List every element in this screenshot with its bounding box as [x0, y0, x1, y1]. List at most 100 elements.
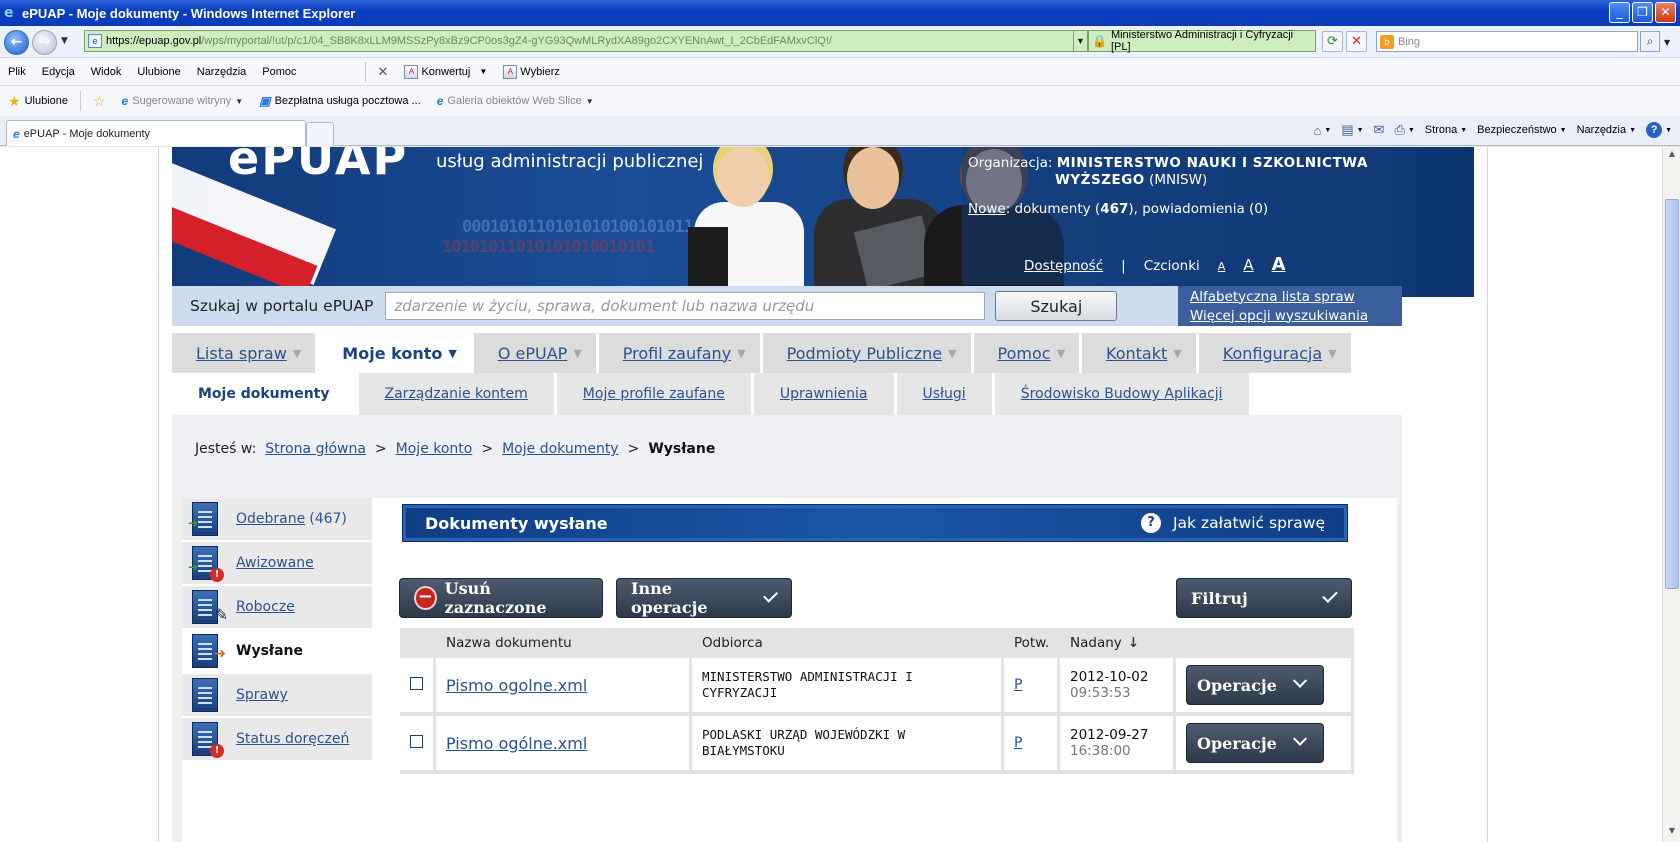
- header-recipient[interactable]: Odbiorca: [692, 628, 1004, 658]
- search-input[interactable]: [385, 292, 986, 320]
- font-medium-link[interactable]: A: [1243, 256, 1253, 274]
- help-link[interactable]: ? Jak załatwić sprawę: [1140, 513, 1325, 533]
- tab-epuap[interactable]: e ePUAP - Moje dokumenty: [6, 120, 306, 146]
- fav-mail-service[interactable]: ▣ Bezpłatna usługa pocztowa ...: [251, 94, 429, 108]
- operations-button[interactable]: Operacje: [1186, 665, 1324, 705]
- new-documents-link[interactable]: Nowe: [968, 201, 1006, 217]
- document-name-link[interactable]: Pismo ogolne.xml: [446, 676, 587, 695]
- font-small-link[interactable]: A: [1218, 260, 1226, 273]
- nav-podmioty-publiczne[interactable]: Podmioty Publiczne ▼: [762, 333, 971, 373]
- stop-icon[interactable]: ✕: [1346, 31, 1367, 52]
- scroll-thumb[interactable]: [1665, 199, 1679, 589]
- sidebar-item-robocze[interactable]: ✎ Robocze: [182, 586, 372, 630]
- tab-moje-dokumenty[interactable]: Moje dokumenty: [172, 373, 356, 415]
- breadcrumb-home[interactable]: Strona główna: [265, 441, 366, 457]
- sidebar-item-odebrane[interactable]: ➜ Odebrane (467): [182, 498, 372, 542]
- nav-lista-spraw[interactable]: Lista spraw ▼: [172, 333, 316, 373]
- more-search-options-link[interactable]: Więcej opcji wyszukiwania: [1190, 308, 1390, 324]
- document-name-link[interactable]: Pismo ogólne.xml: [446, 734, 587, 753]
- menu-view[interactable]: Widok: [83, 66, 130, 78]
- nav-label: Profil zaufany: [622, 343, 732, 363]
- convert-dropdown-icon[interactable]: ▼: [479, 67, 487, 76]
- accessibility-link[interactable]: Dostępność: [1024, 258, 1103, 274]
- nav-konfiguracja[interactable]: Konfiguracja ▼: [1198, 333, 1351, 373]
- font-large-link[interactable]: A: [1272, 254, 1286, 275]
- scroll-up-icon[interactable]: ▲: [1665, 149, 1679, 163]
- sidebar-item-label[interactable]: Robocze: [236, 599, 295, 615]
- back-button[interactable]: ←: [4, 30, 29, 55]
- convert-tool[interactable]: A Konwertuj ▼: [396, 64, 495, 79]
- tab-zarzadzanie-kontem[interactable]: Zarządzanie kontem: [358, 373, 554, 415]
- menu-tools[interactable]: Narzędzia: [189, 66, 255, 78]
- home-button[interactable]: ⌂ ▼: [1314, 123, 1332, 138]
- nav-o-epuap[interactable]: O ePUAP ▼: [473, 333, 596, 373]
- confirmation-link[interactable]: P: [1014, 735, 1022, 751]
- row-checkbox[interactable]: [410, 734, 423, 748]
- scroll-down-icon[interactable]: ▼: [1665, 826, 1679, 840]
- history-dropdown-icon[interactable]: ▼: [61, 36, 68, 46]
- nav-profil-zaufany[interactable]: Profil zaufany ▼: [598, 333, 760, 373]
- url-field[interactable]: e https://epuap.gov.pl /wps/myportal/!ut…: [84, 30, 1088, 52]
- delete-selected-button[interactable]: − Usuń zaznaczone: [399, 578, 603, 618]
- fav-web-slice[interactable]: e Galeria obiektów Web Slice ▼: [429, 94, 602, 108]
- row-checkbox[interactable]: [410, 676, 423, 690]
- menu-help[interactable]: Pomoc: [254, 66, 304, 78]
- mail-button[interactable]: ✉: [1374, 122, 1385, 138]
- search-options-icon[interactable]: ▼: [1664, 38, 1670, 47]
- tab-uprawnienia[interactable]: Uprawnienia: [753, 373, 894, 415]
- menu-edit[interactable]: Edycja: [34, 66, 83, 78]
- confirmation-link[interactable]: P: [1014, 677, 1022, 693]
- sidebar-item-label[interactable]: Status doręczeń: [236, 731, 349, 747]
- header-name[interactable]: Nazwa dokumentu: [436, 628, 692, 658]
- fav-suggested-sites[interactable]: e Sugerowane witryny ▼: [114, 94, 252, 108]
- close-button[interactable]: ✕: [1655, 2, 1676, 23]
- fav-suggested-label: Sugerowane witryny: [132, 95, 232, 107]
- sort-desc-icon[interactable]: ↓: [1128, 635, 1139, 651]
- select-tool[interactable]: A Wybierz: [495, 64, 568, 79]
- page-scrollbar[interactable]: ▲ ▼: [1662, 147, 1680, 842]
- operations-button[interactable]: Operacje: [1186, 723, 1324, 763]
- sidebar-item-status-doreczen[interactable]: ! Status doręczeń: [182, 718, 372, 762]
- header-date[interactable]: Nadany ↓: [1060, 628, 1176, 658]
- menu-file[interactable]: Plik: [0, 66, 34, 78]
- refresh-icon[interactable]: ⟳: [1322, 31, 1343, 52]
- nav-moje-konto[interactable]: Moje konto ▼: [318, 333, 471, 373]
- sidebar-item-sprawy[interactable]: Sprawy: [182, 674, 372, 718]
- site-logo[interactable]: ePUAP: [228, 147, 408, 185]
- sidebar-item-wyslane[interactable]: ➜ Wysłane: [182, 630, 372, 674]
- search-field[interactable]: b Bing: [1376, 31, 1638, 52]
- print-button[interactable]: ⎙ ▼: [1394, 122, 1414, 138]
- certificate-badge[interactable]: 🔒 Ministerstwo Administracji i Cyfryzacj…: [1088, 29, 1316, 53]
- sidebar-item-label[interactable]: Odebrane: [236, 511, 305, 527]
- favorites-button[interactable]: ★ Ulubione: [0, 93, 76, 110]
- menu-favorites[interactable]: Ulubione: [129, 66, 188, 78]
- alphabetical-list-link[interactable]: Alfabetyczna lista spraw: [1190, 289, 1390, 305]
- header-confirm[interactable]: Potw.: [1004, 628, 1060, 658]
- sidebar-item-label[interactable]: Sprawy: [236, 687, 288, 703]
- tab-uslugi[interactable]: Usługi: [896, 373, 992, 415]
- url-dropdown-icon[interactable]: ▼: [1073, 31, 1087, 51]
- page-menu[interactable]: Strona ▼: [1425, 124, 1467, 136]
- other-operations-button[interactable]: Inne operacje: [616, 578, 792, 618]
- sidebar-item-label[interactable]: Awizowane: [236, 555, 314, 571]
- maximize-button[interactable]: ❐: [1632, 2, 1653, 23]
- tab-srodowisko-budowy-aplikacji[interactable]: Środowisko Budowy Aplikacji: [994, 373, 1249, 415]
- new-tab-button[interactable]: [306, 122, 334, 146]
- tab-moje-profile-zaufane[interactable]: Moje profile zaufane: [556, 373, 751, 415]
- tools-menu[interactable]: Narzędzia ▼: [1577, 124, 1636, 136]
- nav-pomoc[interactable]: Pomoc ▼: [973, 333, 1080, 373]
- breadcrumb-account[interactable]: Moje konto: [396, 441, 473, 457]
- nav-kontakt[interactable]: Kontakt ▼: [1082, 333, 1196, 373]
- close-toolbar-icon[interactable]: ✕: [378, 64, 389, 80]
- security-menu[interactable]: Bezpieczeństwo ▼: [1477, 124, 1566, 136]
- breadcrumb-documents[interactable]: Moje dokumenty: [502, 441, 619, 457]
- add-favorite-button[interactable]: ☆: [85, 93, 114, 110]
- sidebar-item-awizowane[interactable]: ➜! Awizowane: [182, 542, 372, 586]
- minimize-button[interactable]: _: [1609, 2, 1630, 23]
- help-button[interactable]: ? ▼: [1646, 122, 1672, 138]
- search-button[interactable]: Szukaj: [995, 291, 1118, 321]
- search-go-icon[interactable]: ⌕: [1640, 31, 1660, 52]
- feeds-button[interactable]: ▤ ▼: [1341, 122, 1363, 138]
- forward-button[interactable]: →: [32, 30, 57, 55]
- filter-button[interactable]: Filtruj: [1176, 578, 1352, 618]
